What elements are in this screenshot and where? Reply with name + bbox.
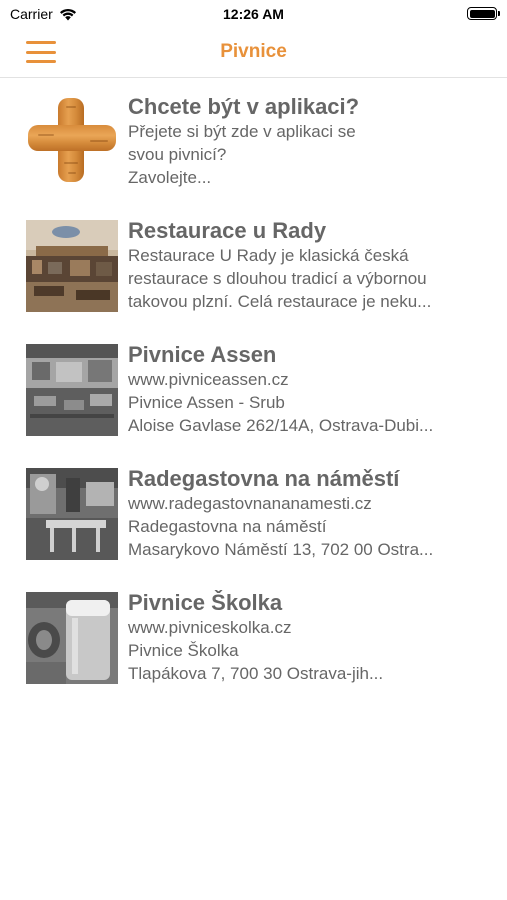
item-title: Radegastovna na náměstí (128, 466, 400, 491)
item-line: Restaurace U Rady je klasická česká (128, 246, 409, 265)
item-line: Masarykovo Náměstí 13, 702 00 Ostra... (128, 540, 434, 559)
list-item[interactable]: Chcete být v aplikaci? Přejete si být zd… (0, 80, 507, 204)
battery-icon (467, 7, 500, 20)
item-line: Zavolejte... (128, 168, 212, 187)
list-item[interactable]: Pivnice Školka www.pivniceskolka.cz Pivn… (0, 576, 507, 700)
status-bar: Carrier 12:26 AM (0, 0, 507, 28)
item-line: www.pivniceassen.cz (128, 370, 289, 389)
item-line: svou pivnicí? (128, 145, 227, 164)
pub-interior-photo (26, 344, 118, 436)
navigation-bar: Pivnice (0, 28, 507, 78)
list-item[interactable]: Pivnice Assen www.pivniceassen.cz Pivnic… (0, 328, 507, 452)
item-line: Radegastovna na náměstí (128, 517, 327, 536)
item-title: Pivnice Školka (128, 590, 283, 615)
item-title: Pivnice Assen (128, 342, 277, 367)
item-line: Aloise Gavlase 262/14A, Ostrava-Dubi... (128, 416, 434, 435)
item-title: Chcete být v aplikaci? (128, 94, 360, 119)
item-line: www.pivniceskolka.cz (128, 618, 292, 637)
item-line: restaurace s dlouhou tradicí a výbornou (128, 269, 427, 288)
item-line: Pivnice Školka (128, 641, 239, 660)
item-line: www.radegastovnananamesti.cz (128, 494, 372, 513)
beer-glass-photo (26, 592, 118, 684)
pub-interior-photo (26, 468, 118, 560)
item-line: Přejete si být zde v aplikaci se (128, 122, 356, 141)
restaurant-interior-photo (26, 220, 118, 312)
item-line: Pivnice Assen - Srub (128, 393, 285, 412)
wooden-plus-icon (26, 92, 118, 184)
item-line: takovou plzní. Celá restaurace je neku..… (128, 292, 432, 311)
status-time: 12:26 AM (223, 6, 284, 22)
pub-list: Chcete být v aplikaci? Přejete si být zd… (0, 80, 507, 700)
page-title: Pivnice (220, 41, 287, 62)
item-title: Restaurace u Rady (128, 218, 327, 243)
list-item[interactable]: Radegastovna na náměstí www.radegastovna… (0, 452, 507, 576)
item-line: Tlapákova 7, 700 30 Ostrava-jih... (128, 664, 384, 683)
list-item[interactable]: Restaurace u Rady Restaurace U Rady je k… (0, 204, 507, 328)
